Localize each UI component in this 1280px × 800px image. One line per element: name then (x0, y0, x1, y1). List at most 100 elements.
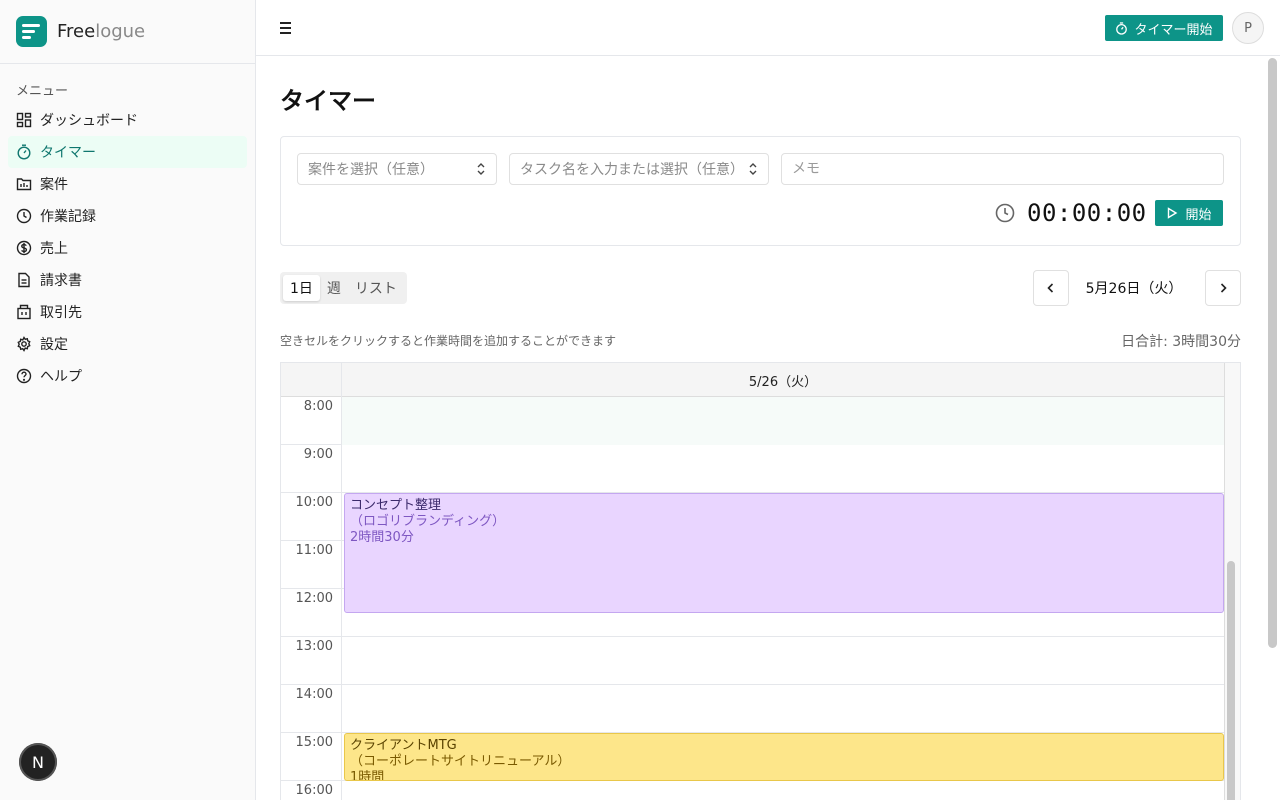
task-select[interactable]: タスク名を入力または選択（任意） (509, 153, 769, 185)
sidebar-item-label: 売上 (40, 241, 68, 257)
sidebar: Freelogue メニュー ダッシュボード タイマー 案件 作業記録 売上 請… (0, 0, 256, 800)
time-gutter-header (281, 363, 342, 397)
building-icon (17, 304, 31, 320)
chevron-up-down-icon (749, 163, 757, 175)
hour-row: 14:00 (281, 685, 1225, 733)
daily-total: 日合計: 3時間30分 (1121, 334, 1241, 350)
day-column-header: 5/26（火） (342, 363, 1225, 397)
hour-label: 8:00 (281, 397, 342, 445)
hour-row: 13:00 (281, 637, 1225, 685)
clock-icon (16, 208, 32, 224)
hour-row: 9:00 (281, 445, 1225, 493)
sidebar-item-help[interactable]: ヘルプ (8, 360, 247, 392)
sidebar-item-label: ダッシュボード (40, 113, 138, 129)
chevron-right-icon (1220, 283, 1227, 293)
sidebar-item-invoices[interactable]: 請求書 (8, 264, 247, 296)
hour-label: 12:00 (281, 589, 342, 637)
next-day-button[interactable] (1205, 270, 1241, 306)
gear-icon (17, 336, 31, 352)
sidebar-item-label: 設定 (40, 337, 68, 353)
sidebar-item-label: ヘルプ (40, 369, 82, 385)
time-slot-cell[interactable] (342, 397, 1225, 445)
menu-heading: メニュー (16, 84, 69, 99)
project-select[interactable]: 案件を選択（任意） (297, 153, 497, 185)
menu-toggle-icon[interactable] (278, 18, 294, 38)
event-title: コンセプト整理 (350, 498, 442, 513)
time-slot-cell[interactable] (342, 637, 1225, 685)
dev-tools-badge[interactable]: N (19, 743, 57, 781)
hour-label: 14:00 (281, 685, 342, 733)
hour-label: 15:00 (281, 733, 342, 781)
time-slot-cell[interactable] (342, 445, 1225, 493)
page-scrollbar-thumb[interactable] (1268, 58, 1277, 648)
tab-week[interactable]: 週 (320, 275, 348, 301)
hour-row: 8:00 (281, 397, 1225, 445)
hour-label: 13:00 (281, 637, 342, 685)
sidebar-item-label: 案件 (40, 177, 68, 193)
start-button[interactable]: 開始 (1155, 200, 1223, 226)
sidebar-item-work-logs[interactable]: 作業記録 (8, 200, 247, 232)
sidebar-item-label: タイマー (40, 145, 96, 161)
hour-label: 16:00 (281, 781, 342, 800)
hour-label: 11:00 (281, 541, 342, 589)
dollar-icon (16, 240, 32, 256)
stopwatch-icon (17, 144, 31, 160)
day-calendar: 5/26（火） 8:00 9:00 10:00 11:00 12:00 13:0… (280, 362, 1241, 800)
brand-name-suffix: logue (95, 21, 146, 42)
dashboard-icon (16, 112, 32, 128)
sidebar-item-sales[interactable]: 売上 (8, 232, 247, 264)
tab-list[interactable]: リスト (348, 275, 404, 301)
sidebar-item-label: 請求書 (40, 273, 82, 289)
hour-label: 10:00 (281, 493, 342, 541)
document-icon (18, 272, 30, 288)
help-icon (16, 368, 32, 384)
avatar[interactable]: P (1232, 12, 1264, 44)
tab-day[interactable]: 1日 (283, 275, 320, 301)
event-duration: 2時間30分 (350, 530, 414, 545)
sidebar-item-clients[interactable]: 取引先 (8, 296, 247, 328)
calendar-hint: 空きセルをクリックすると作業時間を追加することができます (280, 334, 617, 348)
chevron-left-icon (1047, 283, 1054, 293)
calendar-scrollbar-thumb[interactable] (1227, 561, 1235, 800)
timer-card: 案件を選択（任意） タスク名を入力または選択（任意） 00:00:00 開始 (280, 136, 1241, 246)
clock-icon (995, 203, 1015, 223)
top-header: タイマー開始 P (256, 0, 1280, 56)
page-title: タイマー (280, 87, 376, 115)
hour-label: 9:00 (281, 445, 342, 493)
task-select-placeholder: タスク名を入力または選択（任意） (520, 162, 744, 178)
event-project: （コーポレートサイトリニューアル） (350, 754, 571, 769)
time-slot-cell[interactable] (342, 685, 1225, 733)
view-tabs: 1日 週 リスト (280, 272, 407, 304)
brand-name-main: Free (57, 21, 96, 42)
hour-row: 16:00 (281, 781, 1225, 800)
sidebar-menu: ダッシュボード タイマー 案件 作業記録 売上 請求書 取引先 設定 ヘルプ (8, 104, 247, 392)
sidebar-item-timer[interactable]: タイマー (8, 136, 247, 168)
play-icon (1168, 207, 1178, 219)
time-entry-event[interactable]: クライアントMTG （コーポレートサイトリニューアル） 1時間 (344, 733, 1224, 781)
header-start-timer-label: タイマー開始 (1134, 22, 1213, 38)
freelogue-logo-icon (16, 16, 47, 47)
calendar-header: 5/26（火） (281, 363, 1225, 397)
memo-input[interactable] (781, 153, 1224, 185)
sidebar-item-settings[interactable]: 設定 (8, 328, 247, 360)
chevron-up-down-icon (477, 163, 485, 175)
previous-day-button[interactable] (1033, 270, 1069, 306)
event-project: （ロゴリブランディング） (350, 514, 506, 529)
brand[interactable]: Freelogue (0, 0, 255, 64)
stopwatch-icon (1116, 21, 1128, 35)
event-duration: 1時間 (350, 770, 385, 781)
elapsed-time: 00:00:00 (1027, 199, 1147, 227)
time-entry-event[interactable]: コンセプト整理 （ロゴリブランディング） 2時間30分 (344, 493, 1224, 613)
project-select-placeholder: 案件を選択（任意） (308, 162, 434, 178)
sidebar-item-label: 取引先 (40, 305, 82, 321)
header-start-timer-button[interactable]: タイマー開始 (1105, 15, 1223, 41)
sidebar-item-projects[interactable]: 案件 (8, 168, 247, 200)
start-button-label: 開始 (1185, 207, 1212, 223)
sidebar-item-label: 作業記録 (40, 209, 96, 225)
current-date: 5月26日（火） (1085, 281, 1183, 297)
sidebar-item-dashboard[interactable]: ダッシュボード (8, 104, 247, 136)
brand-name: Freelogue (57, 21, 145, 42)
event-title: クライアントMTG (350, 738, 457, 753)
folder-icon (16, 178, 32, 191)
time-slot-cell[interactable] (342, 781, 1225, 800)
